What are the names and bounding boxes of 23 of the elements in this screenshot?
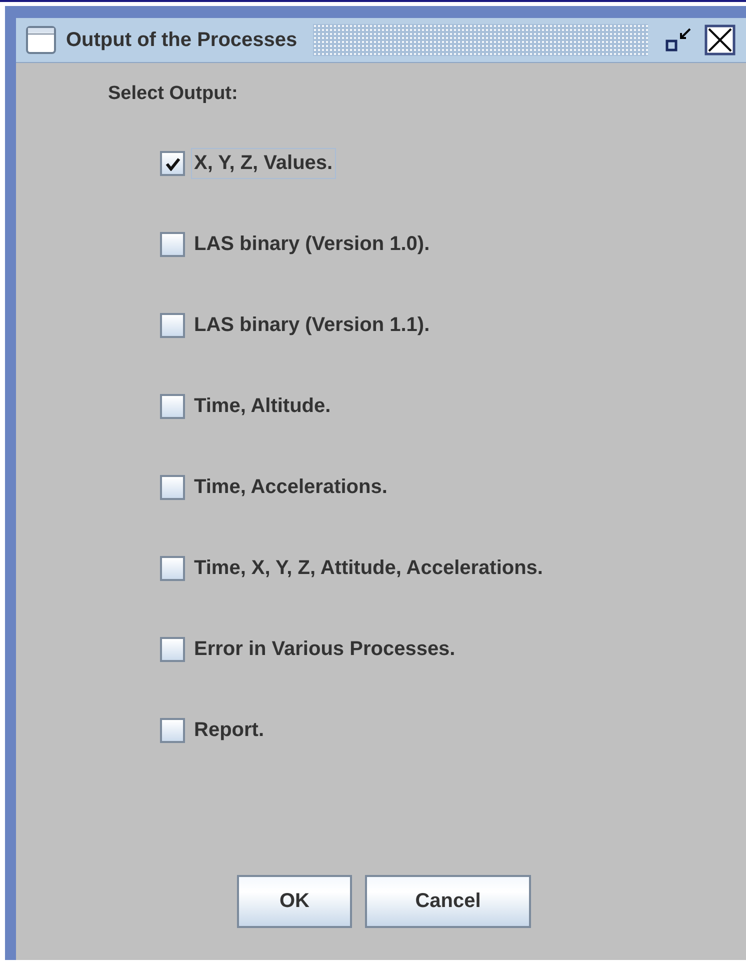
checkbox[interactable]: [160, 637, 185, 662]
close-icon[interactable]: [704, 24, 736, 56]
option-label[interactable]: X, Y, Z, Values.: [191, 148, 336, 179]
check-mark-icon: [164, 156, 180, 170]
option-label[interactable]: LAS binary (Version 1.0).: [191, 229, 433, 260]
option-label[interactable]: Time, Accelerations.: [191, 472, 390, 503]
checkbox[interactable]: [160, 313, 185, 338]
checkbox[interactable]: [160, 475, 185, 500]
option-label[interactable]: Report.: [191, 715, 267, 746]
checkbox[interactable]: [160, 232, 185, 257]
option-label[interactable]: Time, X, Y, Z, Attitude, Accelerations.: [191, 553, 546, 584]
option-label[interactable]: LAS binary (Version 1.1).: [191, 310, 433, 341]
option-label[interactable]: Error in Various Processes.: [191, 634, 458, 665]
window-title: Output of the Processes: [66, 28, 298, 52]
section-heading: Select Output:: [108, 83, 239, 105]
ok-button[interactable]: OK: [237, 875, 352, 928]
checkbox[interactable]: [160, 718, 185, 743]
checkbox[interactable]: [160, 394, 185, 419]
checkbox[interactable]: [160, 151, 185, 176]
cancel-button[interactable]: Cancel: [365, 875, 531, 928]
option-label[interactable]: Time, Altitude.: [191, 391, 334, 422]
window-icon: [26, 26, 56, 54]
checkbox[interactable]: [160, 556, 185, 581]
